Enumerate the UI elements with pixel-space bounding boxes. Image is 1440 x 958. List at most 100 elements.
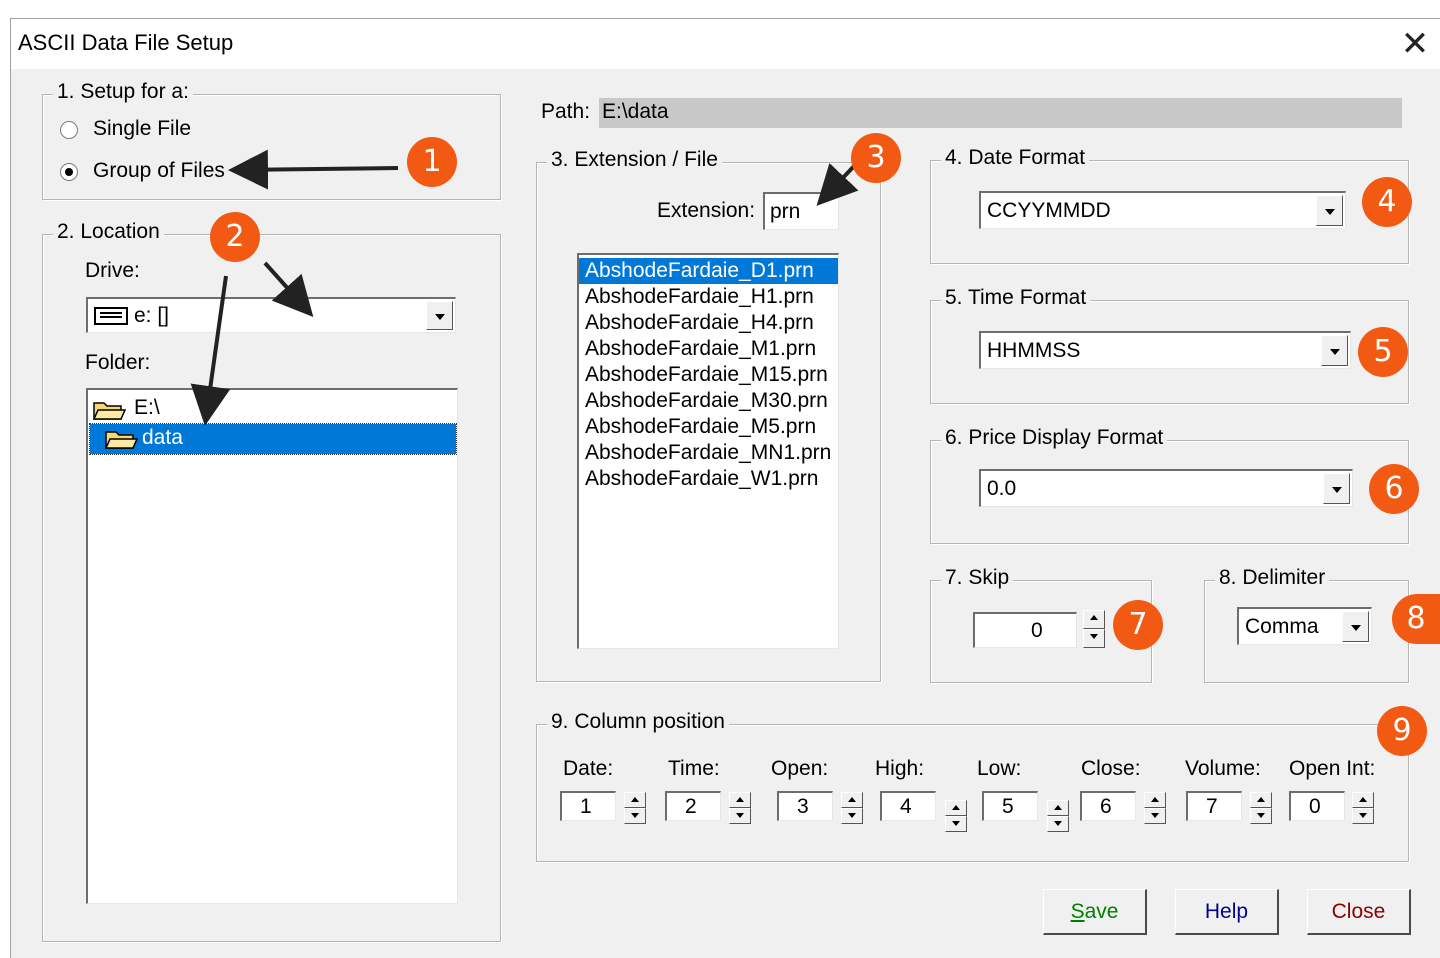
file-list[interactable]: AbshodeFardaie_D1.prn AbshodeFardaie_H1.p… (577, 253, 839, 649)
file-list-item[interactable]: AbshodeFardaie_M1.prn (579, 336, 838, 362)
file-list-item[interactable]: AbshodeFardaie_MN1.prn (579, 440, 838, 466)
column-label: Close: (1081, 757, 1141, 780)
spin-down-icon[interactable] (841, 808, 863, 824)
column-stepper[interactable] (729, 792, 751, 824)
column-input[interactable]: 7 (1186, 791, 1242, 821)
file-list-item[interactable]: AbshodeFardaie_M15.prn (579, 362, 838, 388)
spin-down-icon[interactable] (1352, 808, 1374, 824)
column-label: Low: (977, 757, 1022, 780)
save-button-label: Save (1070, 899, 1119, 923)
spin-up-icon[interactable] (841, 792, 863, 808)
skip-label: 7. Skip (941, 566, 1014, 590)
column-label: Time: (668, 757, 720, 780)
column-label: High: (875, 757, 925, 780)
annotation-badge-8: 8 (1392, 594, 1440, 644)
file-list-item[interactable]: AbshodeFardaie_W1.prn (579, 466, 838, 492)
file-list-item[interactable]: AbshodeFardaie_D1.prn (579, 258, 838, 284)
spin-down-icon[interactable] (729, 808, 751, 824)
annotation-badge-2: 2 (210, 212, 260, 262)
help-button[interactable]: Help (1175, 889, 1279, 935)
column-value: 4 (900, 795, 912, 818)
column-label: Volume: (1185, 757, 1261, 780)
column-stepper[interactable] (841, 792, 863, 824)
column-input[interactable]: 4 (880, 791, 936, 821)
price-format-select[interactable]: 0.0 (979, 469, 1353, 507)
column-input[interactable]: 3 (777, 791, 833, 821)
spin-down-icon[interactable] (1144, 808, 1166, 824)
single-file-label[interactable]: Single File (93, 117, 191, 141)
open-folder-icon (104, 431, 138, 449)
spin-up-icon[interactable] (1047, 800, 1069, 816)
spin-up-icon[interactable] (1083, 610, 1105, 629)
skip-stepper[interactable] (1083, 610, 1105, 648)
spin-up-icon[interactable] (1250, 792, 1272, 808)
delimiter-label: 8. Delimiter (1215, 566, 1330, 590)
column-input[interactable]: 2 (665, 791, 721, 821)
column-value: 2 (685, 795, 697, 818)
column-stepper[interactable] (945, 800, 967, 832)
drive-icon (94, 307, 128, 325)
time-format-select[interactable]: HHMMSS (979, 331, 1351, 369)
extension-input[interactable]: prn (763, 192, 839, 230)
delimiter-select[interactable]: Comma (1237, 607, 1372, 645)
column-input[interactable]: 0 (1289, 791, 1345, 821)
date-format-value: CCYYMMDD (987, 198, 1111, 222)
extension-label: Extension: (657, 199, 756, 222)
spin-down-icon[interactable] (1250, 808, 1272, 824)
chevron-down-icon[interactable] (1323, 473, 1350, 504)
column-input[interactable]: 6 (1080, 791, 1136, 821)
folder-tree[interactable]: E:\ data (86, 388, 458, 904)
annotation-badge-3: 3 (851, 133, 901, 183)
chevron-down-icon[interactable] (1342, 611, 1369, 642)
window-title: ASCII Data File Setup (18, 30, 234, 55)
drive-select[interactable]: e: [] (86, 297, 456, 333)
spin-down-icon[interactable] (1083, 629, 1105, 648)
chevron-down-icon[interactable] (426, 301, 453, 330)
folder-item-data[interactable]: data (89, 423, 457, 455)
file-list-item[interactable]: AbshodeFardaie_H1.prn (579, 284, 838, 310)
date-format-select[interactable]: CCYYMMDD (979, 191, 1346, 229)
folder-item-root[interactable]: E:\ (92, 394, 452, 424)
spin-up-icon[interactable] (624, 792, 646, 808)
group-of-files-radio[interactable] (60, 163, 78, 181)
single-file-radio[interactable] (60, 121, 78, 139)
help-button-label: Help (1204, 899, 1249, 923)
spin-up-icon[interactable] (1144, 792, 1166, 808)
column-stepper[interactable] (1144, 792, 1166, 824)
price-format-value: 0.0 (987, 476, 1017, 500)
folder-name: E:\ (134, 396, 160, 419)
folder-label: Folder: (85, 351, 151, 374)
extension-group-label: 3. Extension / File (547, 148, 722, 172)
spin-up-icon[interactable] (1352, 792, 1374, 808)
annotation-badge-7: 7 (1113, 600, 1163, 650)
file-list-item[interactable]: AbshodeFardaie_M30.prn (579, 388, 838, 414)
date-format-label: 4. Date Format (941, 146, 1090, 170)
group-of-files-label[interactable]: Group of Files (93, 159, 225, 183)
file-list-item[interactable]: AbshodeFardaie_H4.prn (579, 310, 838, 336)
column-input[interactable]: 5 (982, 791, 1038, 821)
title-bar: ASCII Data File Setup ✕ (11, 19, 1440, 69)
annotation-badge-1: 1 (407, 137, 457, 187)
column-value: 1 (580, 795, 592, 818)
column-input[interactable]: 1 (560, 791, 616, 821)
chevron-down-icon[interactable] (1316, 195, 1343, 226)
spin-down-icon[interactable] (1047, 816, 1069, 832)
location-group-label: 2. Location (53, 220, 164, 244)
annotation-badge-4: 4 (1362, 177, 1412, 227)
close-icon[interactable]: ✕ (1393, 23, 1437, 67)
close-button[interactable]: Close (1307, 889, 1411, 935)
close-button-label: Close (1331, 899, 1386, 923)
column-label: Open: (771, 757, 829, 780)
column-stepper[interactable] (1250, 792, 1272, 824)
column-stepper[interactable] (624, 792, 646, 824)
column-stepper[interactable] (1047, 800, 1069, 832)
file-list-item[interactable]: AbshodeFardaie_M5.prn (579, 414, 838, 440)
spin-up-icon[interactable] (945, 800, 967, 816)
spin-up-icon[interactable] (729, 792, 751, 808)
chevron-down-icon[interactable] (1321, 335, 1348, 366)
save-button[interactable]: Save (1043, 889, 1147, 935)
column-stepper[interactable] (1352, 792, 1374, 824)
skip-input[interactable]: 0 (973, 612, 1077, 648)
spin-down-icon[interactable] (624, 808, 646, 824)
spin-down-icon[interactable] (945, 816, 967, 832)
